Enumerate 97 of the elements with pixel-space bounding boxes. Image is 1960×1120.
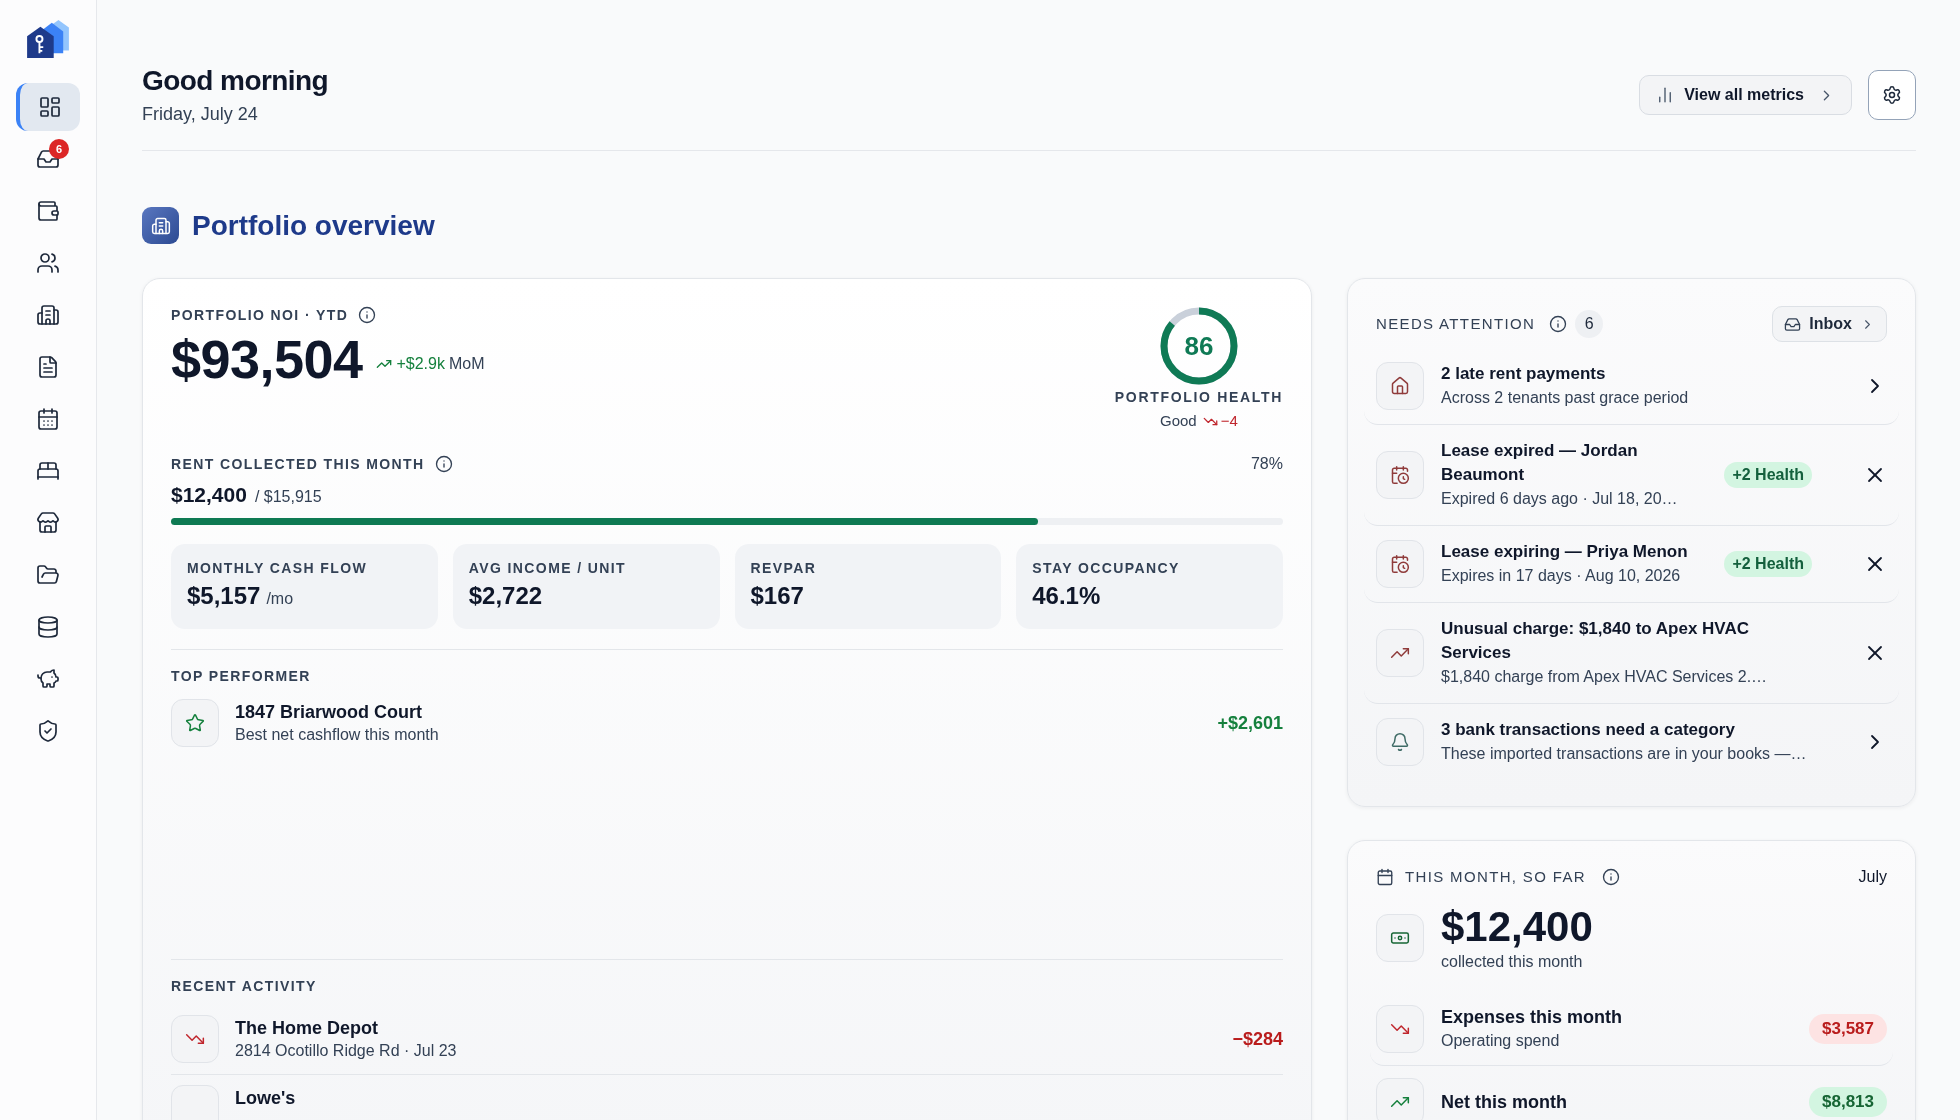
attention-subtitle: These imported transactions are in your books —… [1441,744,1808,764]
month-text: July [1858,867,1887,887]
noi-value: $93,504 [171,331,363,387]
document-icon [36,355,60,379]
needs-attention-label: NEEDS ATTENTION [1376,313,1536,334]
metric-label: MONTHLY CASH FLOW [187,559,369,577]
performer-subtitle: Best net cashflow this month [235,725,440,745]
this-month-label: THIS MONTH, SO FAR [1405,866,1586,887]
inbox-icon [36,147,60,171]
amount-badge: $3,587 [1809,1014,1887,1044]
attention-title: Unusual charge: $1,840 to Apex HVAC Services [1441,618,1750,664]
activity-title: Lowe's [235,1087,297,1110]
greeting-title: Good morning [142,64,329,98]
settings-button[interactable] [1868,70,1916,120]
house-key-logo[interactable] [27,20,69,58]
metric-unit: /mo [266,589,294,609]
settings-icon [1882,85,1902,105]
attention-subtitle: Across 2 tenants past grace period [1441,388,1690,408]
health-status: Good [1160,411,1197,431]
attention-item[interactable]: Unusual charge: $1,840 to Apex HVAC Services $1,840 charge from Apex HVAC Services 2.… [1364,603,1899,704]
house-icon [1376,362,1424,410]
info-icon[interactable] [1602,868,1620,886]
piggy-bank-icon [36,667,60,691]
attention-item[interactable]: Lease expired — Jordan Beaumont Expired 6 days ago · Jul 18, 20… +2 Health [1364,425,1899,526]
performer-amount: +$2,601 [1217,711,1283,735]
health-badge: +2 Health [1724,551,1812,577]
noi-label: PORTFOLIO NOI · YTD [171,306,349,324]
rent-label: RENT COLLECTED THIS MONTH [171,455,425,473]
folder-icon [36,563,60,587]
building-icon [36,303,60,327]
sidebar-item[interactable] [16,83,80,131]
view-metrics-button[interactable]: View all metrics [1639,75,1852,115]
attention-subtitle: $1,840 charge from Apex HVAC Services 2.… [1441,667,1769,687]
summary-title: Net this month [1441,1091,1568,1114]
noi-change: +$2.9k [396,354,445,374]
store-icon [36,511,60,535]
sidebar-item[interactable]: 6 [16,135,80,183]
rent-percent: 78% [1250,454,1283,474]
trend-up-icon [1376,629,1424,677]
metric-label: AVG INCOME / UNIT [468,559,628,577]
summary-subtitle: Operating spend [1441,1031,1561,1051]
rent-total: / $15,915 [254,487,322,507]
info-icon[interactable] [434,455,453,473]
attention-subtitle: Expired 6 days ago · Jul 18, 20… [1441,489,1679,509]
attention-title: Lease expiring — Priya Menon [1441,541,1689,563]
health-change: −4 [1220,411,1238,431]
inbox-button[interactable]: Inbox [1772,306,1887,342]
database-icon [36,615,60,639]
activity-amount: −$284 [1232,1027,1283,1051]
date-text: Friday, July 24 [142,103,259,126]
rent-collected: $12,400 [171,482,247,508]
section-title: Portfolio overview [192,208,435,243]
activity-subtitle: 2814 Ocotillo Ridge Rd · Jul 23 [235,1041,458,1061]
metric-label: STAY OCCUPANCY [1032,559,1181,577]
attention-title: Lease expired — Jordan Beaumont [1441,440,1639,486]
amount-badge: $8,813 [1809,1087,1887,1117]
notification-badge: 6 [49,139,69,159]
health-badge: +2 Health [1724,462,1812,488]
attention-item[interactable]: Lease expiring — Priya Menon Expires in 17 days · Aug 10, 2026 +2 Health [1364,526,1899,603]
recent-activity-label: RECENT ACTIVITY [171,977,318,995]
performer-name: 1847 Briarwood Court [235,701,424,724]
metric-label: REVPAR [750,559,818,577]
inbox-icon [1784,315,1802,333]
shield-check-icon [36,719,60,743]
summary-title: Expenses this month [1441,1006,1624,1029]
bed-icon [36,459,60,483]
info-icon[interactable] [1549,315,1568,333]
banknote-icon [1376,914,1424,962]
activity-title: The Home Depot [235,1017,379,1040]
people-icon [36,251,60,275]
metric-value: $2,722 [468,581,543,611]
metric-value: $5,157 [187,581,261,611]
count-badge: 6 [1575,310,1604,338]
building-icon [142,207,179,244]
attention-title: 2 late rent payments [1441,363,1607,385]
collected-label: collected this month [1441,952,1584,972]
info-icon[interactable] [358,306,377,324]
calendar-icon [1376,868,1394,886]
attention-subtitle: Expires in 17 days · Aug 10, 2026 [1441,566,1682,586]
trend-down-icon [171,1015,219,1063]
health-score: 86 [1184,331,1214,361]
metric-value: 46.1% [1032,581,1101,611]
calendar-clock-icon [1376,451,1424,499]
dashboard-icon [38,95,62,119]
top-performer-label: TOP PERFORMER [171,667,312,685]
noi-period: MoM [448,354,485,374]
collected-amount: $12,400 [1441,903,1593,951]
metric-value: $167 [750,581,804,611]
calendar-clock-icon [1376,540,1424,588]
attention-item[interactable]: 2 late rent payments Across 2 tenants past grace period [1364,348,1899,425]
health-label: PORTFOLIO HEALTH [1114,388,1283,406]
attention-title: 3 bank transactions need a category [1441,719,1736,741]
trend-down-icon [1376,1005,1424,1053]
attention-item[interactable]: 3 bank transactions need a category These imported transactions are in your books —… [1364,704,1899,780]
bell-icon [1376,718,1424,766]
wallet-icon [36,199,60,223]
calendar-icon [36,407,60,431]
